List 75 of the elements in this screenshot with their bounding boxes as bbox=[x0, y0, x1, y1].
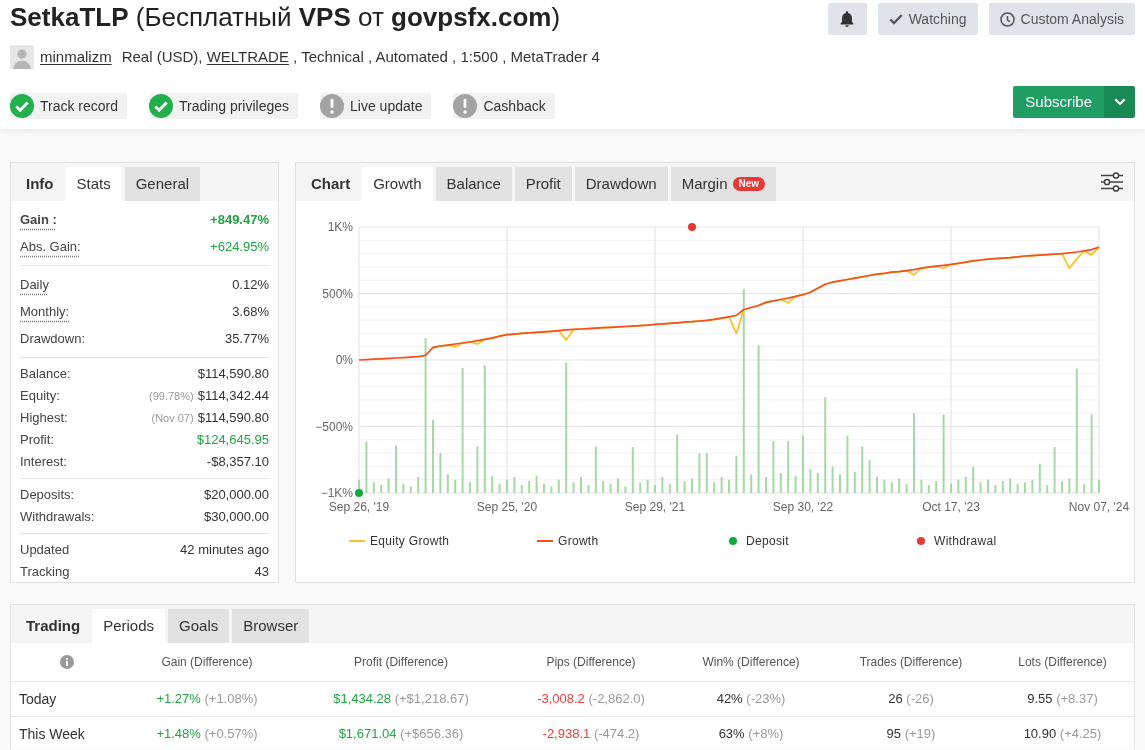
period-label: Today bbox=[19, 691, 57, 707]
table-value: +1.27% (+1.08%) bbox=[156, 690, 258, 709]
stat-value: 43 bbox=[254, 563, 269, 582]
stat-value: 0.12% bbox=[232, 275, 269, 294]
period-label: This Week bbox=[19, 726, 85, 742]
table-value: 10.90 (+4.25) bbox=[1023, 725, 1102, 744]
stat-label: Updated bbox=[20, 541, 70, 560]
table-value: 42% (-23%) bbox=[716, 690, 786, 709]
x-axis-label: Sep 26, '19 bbox=[328, 500, 390, 514]
stat-label: Profit: bbox=[20, 431, 54, 450]
table-value: -3,008.2 (-2,862.0) bbox=[537, 690, 645, 709]
y-axis-label: 500% bbox=[322, 286, 353, 301]
x-axis-label: Sep 29, '21 bbox=[624, 500, 686, 514]
column-header: Win% (Difference) bbox=[702, 654, 800, 671]
column-header: Pips (Difference) bbox=[546, 654, 636, 671]
stat-value: $114,590.80 bbox=[197, 365, 269, 384]
table-value: 9.55 (+8.37) bbox=[1027, 690, 1098, 709]
page-title: SetkaTLP (Бесплатный VPS от govpsfx.com) bbox=[10, 1, 561, 33]
stat-label: Equity: bbox=[20, 387, 60, 406]
x-axis-label: Nov 07, '24 bbox=[1068, 500, 1130, 514]
table-value: $1,671.04 (+$656.36) bbox=[338, 725, 464, 744]
stat-note: (99.78%) bbox=[149, 388, 194, 404]
legend-label: Equity Growth bbox=[370, 533, 450, 550]
x-axis-label: Sep 25, '20 bbox=[476, 500, 538, 514]
stat-value: 3.68% bbox=[232, 302, 269, 321]
y-axis-label: 0% bbox=[335, 353, 353, 367]
stat-label: Withdrawals: bbox=[20, 508, 95, 527]
y-axis-label: −1K% bbox=[320, 486, 353, 500]
table-value: 26 (-26) bbox=[888, 690, 934, 709]
column-header: Lots (Difference) bbox=[1018, 654, 1107, 671]
stat-label: Tracking bbox=[20, 563, 70, 582]
stat-value: $124,645.95 bbox=[196, 431, 269, 450]
table-value: -2,938.1 (-474.2) bbox=[542, 725, 640, 744]
stat-label: Abs. Gain: bbox=[20, 237, 81, 256]
x-axis-label: Oct 17, '23 bbox=[922, 500, 980, 514]
table-value: +1.48% (+0.57%) bbox=[156, 725, 258, 744]
panel-title: Chart bbox=[311, 173, 351, 194]
stat-value: $30,000.00 bbox=[203, 508, 269, 527]
account-details: Real (USD), WELTRADE , Technical , Automated , 1:500 , MetaTrader 4 bbox=[121, 46, 600, 67]
badge-label: Cashback bbox=[483, 96, 546, 116]
stat-label: Deposits: bbox=[20, 486, 75, 505]
stat-label: Interest: bbox=[20, 453, 67, 472]
legend-label: Deposit bbox=[746, 533, 789, 550]
column-header: Trades (Difference) bbox=[859, 654, 963, 671]
stat-label: Highest: bbox=[20, 409, 68, 428]
stat-value: -$8,357.10 bbox=[206, 453, 269, 472]
y-axis-label: 1K% bbox=[327, 220, 353, 234]
panel-title: Trading bbox=[26, 615, 81, 636]
table-value: 63% (+8%) bbox=[718, 725, 784, 744]
legend-label: Growth bbox=[558, 533, 599, 550]
stat-label: Balance: bbox=[20, 365, 71, 384]
table-value: 95 (+19) bbox=[886, 725, 936, 744]
legend-label: Withdrawal bbox=[934, 533, 997, 550]
new-badge: New bbox=[732, 177, 766, 191]
badge-label: Track record bbox=[40, 96, 119, 116]
stat-label: Gain : bbox=[20, 210, 57, 229]
y-axis-label: −500% bbox=[315, 419, 353, 434]
stat-label: Daily bbox=[20, 275, 49, 294]
stat-label: Monthly: bbox=[20, 302, 70, 321]
stat-note: (Nov 07) bbox=[151, 410, 194, 426]
stat-label: Drawdown: bbox=[20, 329, 86, 348]
badge-label: Trading privileges bbox=[179, 96, 290, 116]
table-value: $1,434.28 (+$1,218.67) bbox=[333, 690, 469, 709]
stat-value: +624.95% bbox=[210, 237, 269, 256]
stat-value: $114,590.80 bbox=[197, 409, 269, 428]
stat-value: +849.47% bbox=[210, 210, 269, 229]
stat-value: 35.77% bbox=[224, 329, 269, 348]
stat-value: $114,342.44 bbox=[197, 387, 269, 406]
badge-label: Live update bbox=[350, 96, 423, 116]
column-header: Profit (Difference) bbox=[354, 654, 448, 671]
x-axis-label: Sep 30, '22 bbox=[772, 500, 834, 514]
panel-title: Info bbox=[26, 173, 54, 194]
stat-value: 42 minutes ago bbox=[180, 541, 269, 560]
stat-value: $20,000.00 bbox=[203, 486, 269, 505]
column-header: Gain (Difference) bbox=[161, 654, 253, 671]
